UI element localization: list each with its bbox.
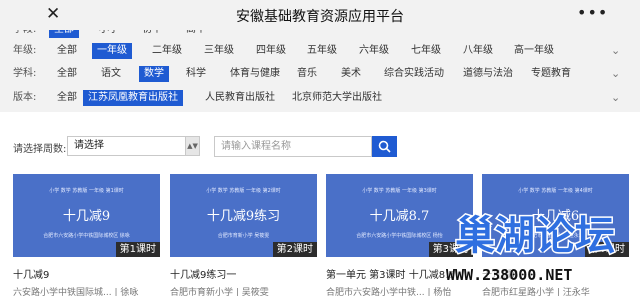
divider xyxy=(0,113,640,123)
watermark-url: WWW.238000.NET xyxy=(446,266,573,284)
cover-subtitle: 小学 数学 苏教版 一年级 第2课时 xyxy=(206,188,281,194)
app-header: ✕ 安徽基础教育资源应用平台 ••• xyxy=(0,0,640,30)
lesson-badge: 第2课时 xyxy=(272,242,317,257)
grade-option-1[interactable]: 一年级 xyxy=(92,43,132,59)
subject-option-topic[interactable]: 专题教育 xyxy=(526,66,576,82)
more-icon[interactable]: ••• xyxy=(577,3,608,22)
subject-option-math[interactable]: 数学 xyxy=(139,66,169,82)
edition-option-all[interactable]: 全部 xyxy=(52,90,82,106)
subject-option-practice[interactable]: 综合实践活动 xyxy=(379,66,449,82)
subject-option-chinese[interactable]: 语文 xyxy=(96,66,126,82)
subject-option-art[interactable]: 美术 xyxy=(336,66,366,82)
course-title[interactable]: 十几减9练习一 xyxy=(170,266,320,281)
cover-subtitle: 小学 数学 苏教版 一年级 第4课时 xyxy=(518,188,593,194)
edition-option-bnu[interactable]: 北京师范大学出版社 xyxy=(287,90,387,106)
lesson-badge: 第1课时 xyxy=(115,242,160,257)
subject-filter-label: 学科: xyxy=(13,68,37,79)
grade-option-all[interactable]: 全部 xyxy=(52,43,82,59)
grade-expand-chevron-icon[interactable]: ⌄ xyxy=(611,43,620,59)
grade-option-high1[interactable]: 高一年级 xyxy=(509,43,559,59)
week-label: 请选择周数: xyxy=(13,144,67,155)
week-select-value: 请选择 xyxy=(74,140,104,151)
watermark-logo: 巢湖论坛 xyxy=(454,212,617,261)
grade-option-3[interactable]: 三年级 xyxy=(199,43,239,59)
subject-expand-chevron-icon[interactable]: ⌄ xyxy=(611,66,620,82)
course-meta: 合肥市六安路小学中铁... | 杨怡 xyxy=(326,288,452,296)
subject-option-pe[interactable]: 体育与健康 xyxy=(225,66,285,82)
course-meta: 合肥市红星路小学 | 汪永华 xyxy=(482,288,590,296)
grade-option-7[interactable]: 七年级 xyxy=(406,43,446,59)
subject-option-science[interactable]: 科学 xyxy=(181,66,211,82)
edition-option-jiangsu[interactable]: 江苏凤凰教育出版社 xyxy=(83,90,183,106)
search-button[interactable] xyxy=(372,136,397,157)
search-icon xyxy=(378,140,391,153)
edition-option-pep[interactable]: 人民教育出版社 xyxy=(200,90,280,106)
grade-filter-label: 年级: xyxy=(13,45,37,56)
page-title: 安徽基础教育资源应用平台 xyxy=(236,9,404,25)
grade-option-5[interactable]: 五年级 xyxy=(302,43,342,59)
cover-title: 十几减9练习 xyxy=(206,209,281,224)
course-card-cover[interactable]: 小学 数学 苏教版 一年级 第2课时 十几减9练习 合肥市育新小学 吴筱雯 第2… xyxy=(170,174,317,257)
grade-filter-row: 年级: 全部 一年级 二年级 三年级 四年级 五年级 六年级 七年级 八年级 高… xyxy=(0,43,640,59)
subject-option-all[interactable]: 全部 xyxy=(52,66,82,82)
course-meta: 合肥市育新小学 | 吴筱雯 xyxy=(170,288,269,296)
cover-subtitle: 小学 数学 苏教版 一年级 第3课时 xyxy=(362,188,437,194)
cover-subtitle: 小学 数学 苏教版 一年级 第1课时 xyxy=(49,188,124,194)
grade-option-6[interactable]: 六年级 xyxy=(354,43,394,59)
edition-filter-row: 版本: 全部 江苏凤凰教育出版社 人民教育出版社 北京师范大学出版社 ⌄ xyxy=(0,90,640,106)
course-meta: 六安路小学中铁国际城... | 徐咏 xyxy=(13,288,139,296)
watermark-logo-text: 巢湖论坛 xyxy=(455,213,615,259)
course-search-input[interactable]: 请输入课程名称 xyxy=(214,136,372,157)
filter-panel: 学段: 全部 小学 初中 高中 年级: 全部 一年级 二年级 三年级 四年级 五… xyxy=(0,22,640,112)
grade-option-8[interactable]: 八年级 xyxy=(458,43,498,59)
grade-option-2[interactable]: 二年级 xyxy=(147,43,187,59)
edition-filter-label: 版本: xyxy=(13,92,37,103)
cover-school: 合肥市育新小学 吴筱雯 xyxy=(217,233,270,239)
edition-expand-chevron-icon[interactable]: ⌄ xyxy=(611,90,620,106)
course-title[interactable]: 十几减9 xyxy=(13,266,163,281)
page: 学段: 全部 小学 初中 高中 年级: 全部 一年级 二年级 三年级 四年级 五… xyxy=(0,0,640,296)
subject-filter-row: 学科: 全部 语文 数学 科学 体育与健康 音乐 美术 综合实践活动 道德与法治… xyxy=(0,66,640,82)
select-arrow-icon: ▲▼ xyxy=(185,137,199,155)
cover-title: 十几减9 xyxy=(62,209,111,224)
cover-school: 合肥市六安路小学中铁国际城校区 徐咏 xyxy=(43,233,130,239)
week-select[interactable]: 请选择 ▲▼ xyxy=(67,136,200,156)
subject-option-ethics[interactable]: 道德与法治 xyxy=(458,66,518,82)
course-card-cover[interactable]: 小学 数学 苏教版 一年级 第1课时 十几减9 合肥市六安路小学中铁国际城校区 … xyxy=(13,174,160,257)
grade-option-4[interactable]: 四年级 xyxy=(251,43,291,59)
subject-option-music[interactable]: 音乐 xyxy=(292,66,322,82)
